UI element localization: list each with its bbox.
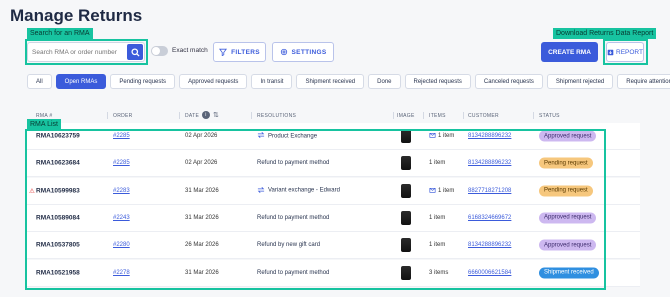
manage-returns-page: Manage Returns Search for an RMA Downloa…: [0, 0, 670, 297]
column-divider: [423, 112, 424, 119]
annotation-list-box: [25, 129, 606, 290]
exact-match-toggle[interactable]: [151, 46, 168, 56]
column-divider: [393, 112, 394, 119]
filter-icon: [219, 48, 228, 56]
tab-canceled-requests[interactable]: Canceled requests: [474, 74, 543, 89]
col-order: ORDER: [113, 113, 133, 119]
search-button[interactable]: [127, 44, 143, 60]
exact-match-label: Exact match: [172, 47, 208, 54]
tab-approved-requests[interactable]: Approved requests: [179, 74, 248, 89]
filters-button[interactable]: FILTERS: [213, 42, 266, 62]
tab-done[interactable]: Done: [368, 74, 401, 89]
settings-button[interactable]: SETTINGS: [272, 42, 334, 62]
page-title: Manage Returns: [10, 6, 143, 25]
column-divider: [251, 112, 252, 119]
column-divider: [107, 112, 108, 119]
status-tabs: All Open RMAs Pending requests Approved req…: [27, 74, 670, 89]
tab-pending-requests[interactable]: Pending requests: [110, 74, 176, 89]
column-divider: [179, 112, 180, 119]
col-customer: CUSTOMER: [468, 113, 499, 119]
tab-rejected-requests[interactable]: Rejected requests: [404, 74, 471, 89]
tab-require-attention[interactable]: Require attention: [617, 74, 670, 89]
gear-icon: [280, 48, 287, 56]
annotation-list-label: RMA List: [27, 119, 62, 130]
col-image: IMAGE: [397, 113, 415, 119]
search-box: [27, 42, 145, 62]
report-button[interactable]: REPORT: [606, 42, 644, 62]
table-header: RMA # ORDER DATE i ⇅ RESOLUTIONS IMAGE I…: [27, 109, 640, 123]
col-date[interactable]: DATE: [185, 113, 199, 119]
search-icon: [130, 47, 140, 57]
tab-in-transit[interactable]: In transit: [251, 74, 293, 89]
col-items: ITEMS: [429, 113, 446, 119]
column-divider: [533, 112, 534, 119]
create-rma-button[interactable]: CREATE RMA: [541, 42, 598, 62]
col-status: STATUS: [539, 113, 560, 119]
annotation-search-label: Search for an RMA: [27, 28, 93, 39]
tab-all[interactable]: All: [27, 74, 52, 89]
search-input[interactable]: [32, 46, 120, 59]
date-info-icon[interactable]: i: [202, 111, 210, 119]
sort-icon[interactable]: ⇅: [213, 111, 219, 119]
filters-label: FILTERS: [231, 48, 260, 56]
download-icon: [607, 49, 614, 55]
tab-shipment-rejected[interactable]: Shipment rejected: [546, 74, 614, 89]
tab-shipment-received[interactable]: Shipment received: [296, 74, 365, 89]
col-resolutions: RESOLUTIONS: [257, 113, 297, 119]
report-label: REPORT: [616, 48, 643, 56]
annotation-download-label: Download Returns Data Report: [553, 28, 657, 39]
column-divider: [463, 112, 464, 119]
tab-open-rmas[interactable]: Open RMAs: [55, 74, 107, 89]
settings-label: SETTINGS: [291, 48, 327, 56]
